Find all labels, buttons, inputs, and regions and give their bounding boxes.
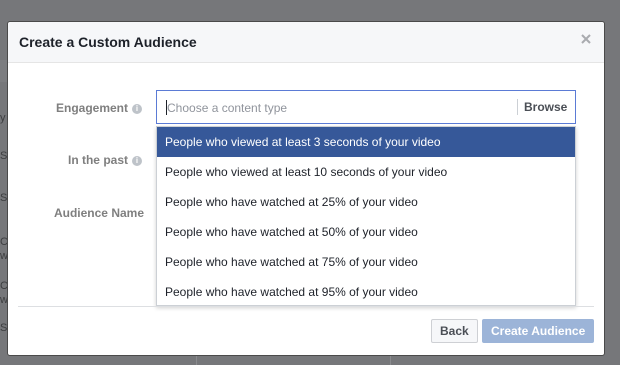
- back-button[interactable]: Back: [431, 319, 478, 343]
- content-type-input[interactable]: [167, 99, 497, 116]
- info-icon[interactable]: i: [132, 156, 142, 166]
- create-custom-audience-dialog: Create a Custom Audience Engagement i In …: [7, 21, 605, 356]
- engagement-label-text: Engagement: [55, 101, 128, 115]
- browse-button[interactable]: Browse: [524, 100, 567, 114]
- dropdown-option-25-percent[interactable]: People who have watched at 25% of your v…: [157, 187, 575, 217]
- dropdown-option-75-percent[interactable]: People who have watched at 75% of your v…: [157, 247, 575, 277]
- dropdown-option-50-percent[interactable]: People who have watched at 50% of your v…: [157, 217, 575, 247]
- info-icon[interactable]: i: [132, 104, 142, 114]
- content-type-field[interactable]: Browse: [156, 90, 576, 124]
- browse-divider: [517, 99, 518, 115]
- dialog-title: Create a Custom Audience: [19, 34, 197, 50]
- dropdown-option-10-seconds[interactable]: People who viewed at least 10 seconds of…: [157, 157, 575, 187]
- dropdown-option-95-percent[interactable]: People who have watched at 95% of your v…: [157, 277, 575, 307]
- audience-name-label: Audience Name: [53, 206, 144, 220]
- close-icon[interactable]: [578, 31, 594, 47]
- create-audience-button[interactable]: Create Audience: [482, 319, 595, 343]
- engagement-label: Engagement i: [28, 101, 142, 115]
- dropdown-option-3-seconds[interactable]: People who viewed at least 3 seconds of …: [157, 127, 575, 157]
- dialog-header: Create a Custom Audience: [8, 22, 604, 63]
- in-the-past-label-text: In the past: [67, 153, 128, 167]
- content-type-dropdown: People who viewed at least 3 seconds of …: [156, 126, 576, 306]
- in-the-past-label: In the past i: [28, 153, 142, 167]
- background-text: y: [0, 112, 6, 124]
- footer-divider: [18, 306, 594, 307]
